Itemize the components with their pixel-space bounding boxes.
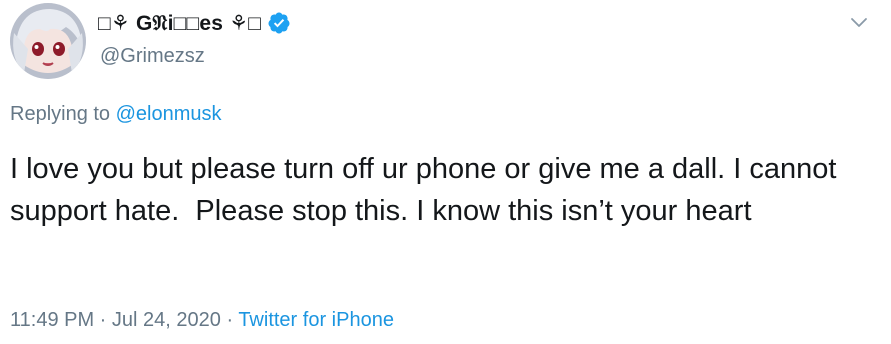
tweet-meta: 11:49 PM · Jul 24, 2020 · Twitter for iP… <box>10 309 394 332</box>
replying-to: Replying to @elonmusk <box>10 103 222 126</box>
tweet-source-link[interactable]: Twitter for iPhone <box>238 309 394 331</box>
replying-to-label: Replying to <box>10 103 116 125</box>
avatar[interactable] <box>10 3 86 79</box>
tweet-text: I love you but please turn off ur phone … <box>10 153 845 227</box>
chevron-down-icon[interactable] <box>848 11 870 33</box>
verified-badge-icon <box>268 12 290 34</box>
author-handle[interactable]: @Grimezsz <box>100 45 205 68</box>
tweet-time[interactable]: 11:49 PM <box>10 309 94 331</box>
author-name-row[interactable]: □⚘ G𝔑i□□es ⚘□ <box>98 8 291 38</box>
meta-separator: · <box>220 309 239 331</box>
display-name[interactable]: □⚘ G𝔑i□□es ⚘□ <box>98 11 261 36</box>
tweet-card: □⚘ G𝔑i□□es ⚘□ @Grimezsz Replying to @elo… <box>0 0 891 344</box>
reply-mention-link[interactable]: @elonmusk <box>116 103 222 125</box>
tweet-date[interactable]: Jul 24, 2020 <box>112 309 221 331</box>
meta-separator: · <box>94 309 112 331</box>
